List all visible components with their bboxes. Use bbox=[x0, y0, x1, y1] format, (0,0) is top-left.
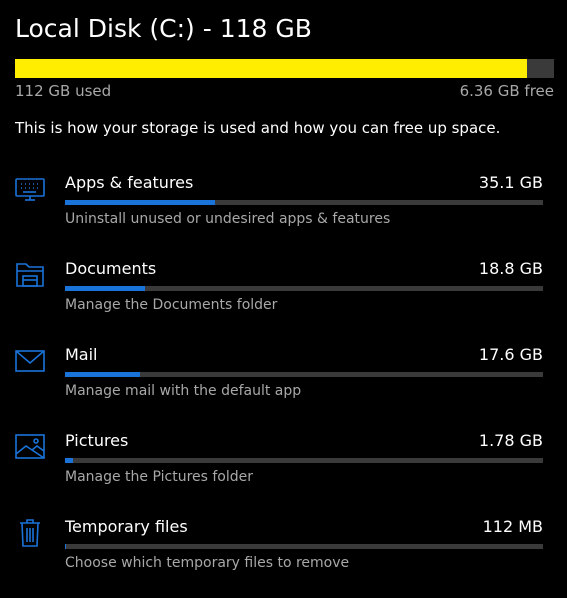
category-mail[interactable]: Mail 17.6 GB Manage mail with the defaul… bbox=[0, 346, 567, 426]
category-usage-bar-fill bbox=[65, 286, 145, 291]
disk-free-label: 6.36 GB free bbox=[460, 82, 554, 100]
category-size: 17.6 GB bbox=[479, 344, 543, 366]
category-usage-bar bbox=[65, 200, 543, 205]
picture-icon bbox=[14, 432, 46, 462]
category-name: Apps & features bbox=[65, 172, 193, 194]
disk-used-label: 112 GB used bbox=[15, 82, 111, 100]
category-subtitle: Choose which temporary files to remove bbox=[65, 553, 349, 573]
category-name: Pictures bbox=[65, 430, 128, 452]
category-subtitle: Manage the Documents folder bbox=[65, 295, 277, 315]
category-usage-bar bbox=[65, 372, 543, 377]
category-usage-bar bbox=[65, 458, 543, 463]
category-usage-bar bbox=[65, 286, 543, 291]
page-title: Local Disk (C:) - 118 GB bbox=[15, 12, 312, 46]
category-name: Temporary files bbox=[65, 516, 188, 538]
disk-usage-bar-fill bbox=[15, 59, 527, 78]
category-subtitle: Manage the Pictures folder bbox=[65, 467, 253, 487]
category-name: Documents bbox=[65, 258, 156, 280]
folder-icon bbox=[14, 260, 46, 290]
category-usage-bar-fill bbox=[65, 372, 140, 377]
mail-icon bbox=[14, 346, 46, 376]
disk-usage-bar bbox=[15, 59, 554, 78]
category-size: 1.78 GB bbox=[479, 430, 543, 452]
keyboard-icon bbox=[14, 174, 46, 204]
category-size: 35.1 GB bbox=[479, 172, 543, 194]
category-pictures[interactable]: Pictures 1.78 GB Manage the Pictures fol… bbox=[0, 432, 567, 512]
category-subtitle: Uninstall unused or undesired apps & fea… bbox=[65, 209, 390, 229]
category-apps-features[interactable]: Apps & features 35.1 GB Uninstall unused… bbox=[0, 174, 567, 254]
category-documents[interactable]: Documents 18.8 GB Manage the Documents f… bbox=[0, 260, 567, 340]
category-temporary-files[interactable]: Temporary files 112 MB Choose which temp… bbox=[0, 518, 567, 598]
trash-icon bbox=[14, 518, 46, 548]
category-usage-bar-fill bbox=[65, 200, 215, 205]
category-size: 112 MB bbox=[483, 516, 543, 538]
category-subtitle: Manage mail with the default app bbox=[65, 381, 301, 401]
category-usage-bar-fill bbox=[65, 458, 73, 463]
category-size: 18.8 GB bbox=[479, 258, 543, 280]
category-usage-bar bbox=[65, 544, 543, 549]
storage-description: This is how your storage is used and how… bbox=[15, 119, 500, 137]
category-name: Mail bbox=[65, 344, 98, 366]
